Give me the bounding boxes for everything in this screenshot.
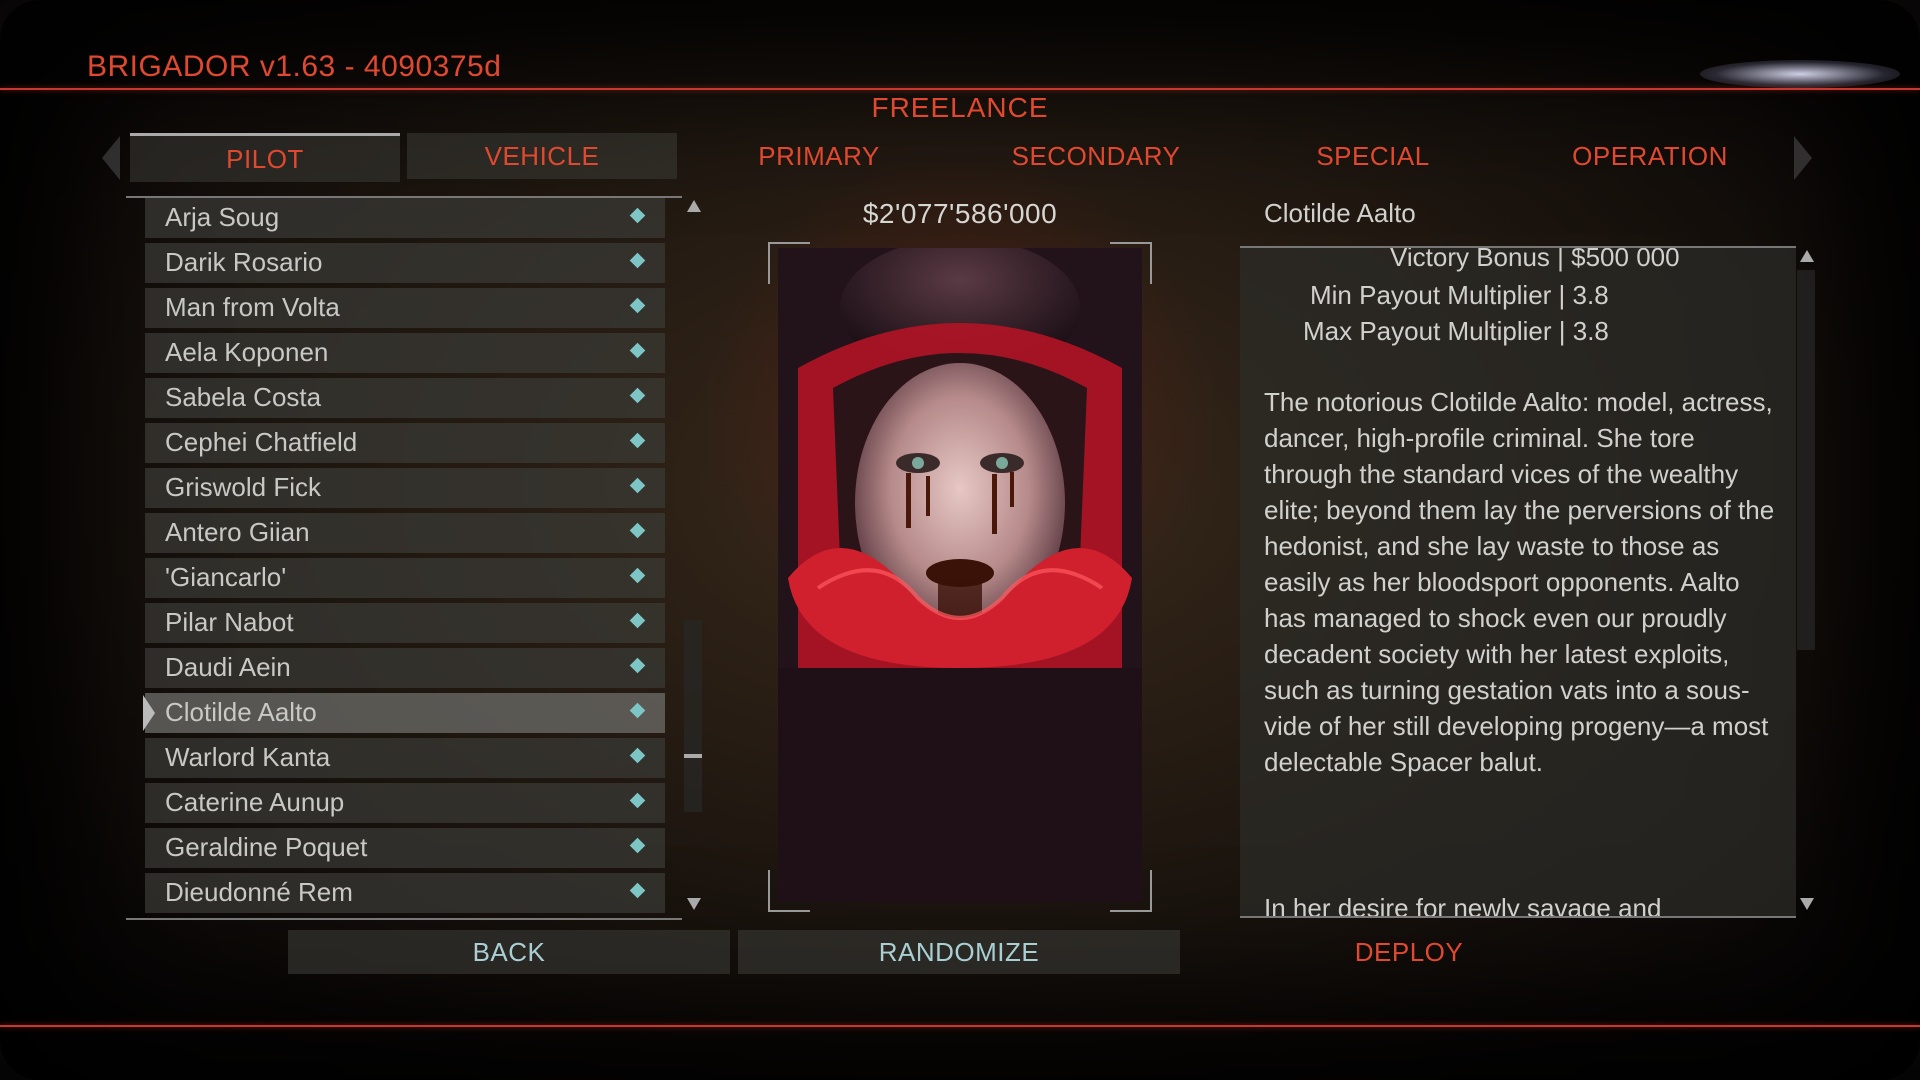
pilot-name: Geraldine Poquet	[165, 832, 368, 862]
list-scrollbar[interactable]	[684, 620, 702, 812]
mode-label: FREELANCE	[871, 92, 1049, 123]
pilot-name: Caterine Aunup	[165, 787, 345, 817]
unlocked-diamond-icon	[629, 792, 646, 809]
pilot-list-item[interactable]: Arja Soug	[145, 198, 665, 238]
tab-special[interactable]: SPECIAL	[1238, 133, 1508, 179]
pilot-list-item[interactable]: Griswold Fick	[145, 468, 665, 508]
list-scroll-thumb[interactable]	[684, 754, 702, 758]
tab-pilot[interactable]: PILOT	[130, 133, 400, 182]
pilot-list-item[interactable]: 'Giancarlo'	[145, 558, 665, 598]
pilot-name: Daudi Aein	[165, 652, 291, 682]
screen-glare	[1700, 60, 1900, 88]
tab-secondary[interactable]: SECONDARY	[961, 133, 1231, 179]
pilot-description: The notorious Clotilde Aalto: model, act…	[1264, 387, 1775, 777]
pilot-list-item[interactable]: Caterine Aunup	[145, 783, 665, 823]
pilot-name: 'Giancarlo'	[165, 562, 287, 592]
tab-prev-arrow-icon[interactable]	[102, 136, 120, 180]
stat-victory-bonus: Victory Bonus | $500 000	[1390, 246, 1680, 272]
selection-arrow-icon	[143, 695, 155, 731]
pilot-description-continued: In her desire for newly savage and	[1264, 893, 1662, 918]
app-title: BRIGADOR v1.63 - 4090375d	[87, 50, 502, 83]
unlocked-diamond-icon	[629, 207, 646, 224]
tab-primary[interactable]: PRIMARY	[684, 133, 954, 179]
pilot-name: Warlord Kanta	[165, 742, 331, 772]
pilot-list-item[interactable]: Cephei Chatfield	[145, 423, 665, 463]
pilot-name: Man from Volta	[165, 292, 340, 322]
pilot-info-panel[interactable]: Victory Bonus | $500 000 Min Payout Mult…	[1240, 246, 1796, 918]
unlocked-diamond-icon	[629, 477, 646, 494]
pilot-price: $2'077'586'000	[862, 198, 1058, 229]
pilot-name: Arja Soug	[165, 202, 280, 232]
pilot-list: Arja Soug Darik Rosario Man from Volta Aela…	[143, 198, 665, 918]
info-scrollbar[interactable]	[1797, 270, 1815, 650]
unlocked-diamond-icon	[629, 297, 646, 314]
unlocked-diamond-icon	[629, 747, 646, 764]
pilot-portrait-art	[778, 248, 1142, 902]
info-scroll-up-icon[interactable]	[1800, 250, 1814, 262]
top-divider	[0, 88, 1920, 90]
unlocked-diamond-icon	[629, 522, 646, 539]
pilot-portrait	[778, 248, 1142, 902]
portrait-frame	[768, 242, 1152, 912]
tab-operation[interactable]: OPERATION	[1515, 133, 1785, 179]
list-scroll-down-icon[interactable]	[687, 898, 701, 910]
tab-vehicle[interactable]: VEHICLE	[407, 133, 677, 179]
pilot-list-item[interactable]: Darik Rosario	[145, 243, 665, 283]
list-scroll-up-icon[interactable]	[687, 200, 701, 212]
pilot-list-item[interactable]: Warlord Kanta	[145, 738, 665, 778]
pilot-name: Cephei Chatfield	[165, 427, 358, 457]
pilot-list-item[interactable]: Antero Giian	[145, 513, 665, 553]
pilot-name: Pilar Nabot	[165, 607, 294, 637]
pilot-name: Clotilde Aalto	[165, 697, 317, 727]
randomize-button[interactable]: RANDOMIZE	[738, 930, 1180, 974]
pilot-name: Griswold Fick	[165, 472, 322, 502]
pilot-list-item[interactable]: Sabela Costa	[145, 378, 665, 418]
unlocked-diamond-icon	[629, 387, 646, 404]
unlocked-diamond-icon	[629, 702, 646, 719]
pilot-name: Aela Koponen	[165, 337, 329, 367]
unlocked-diamond-icon	[629, 432, 646, 449]
unlocked-diamond-icon	[629, 657, 646, 674]
pilot-list-item[interactable]: Aela Koponen	[145, 333, 665, 373]
bottom-divider	[0, 1025, 1920, 1027]
stat-max-payout: Max Payout Multiplier | 3.8	[1303, 316, 1609, 346]
pilot-list-item[interactable]: Man from Volta	[145, 288, 665, 328]
unlocked-diamond-icon	[629, 567, 646, 584]
pilot-list-item[interactable]: Geraldine Poquet	[145, 828, 665, 868]
pilot-list-item[interactable]: Daudi Aein	[145, 648, 665, 688]
unlocked-diamond-icon	[629, 342, 646, 359]
pilot-name: Darik Rosario	[165, 247, 323, 277]
unlocked-diamond-icon	[629, 837, 646, 854]
pilot-name: Antero Giian	[165, 517, 310, 547]
info-scroll-down-icon[interactable]	[1800, 898, 1814, 910]
unlocked-diamond-icon	[629, 612, 646, 629]
pilot-name: Sabela Costa	[165, 382, 322, 412]
pilot-list-item[interactable]: Pilar Nabot	[145, 603, 665, 643]
pilot-name: Dieudonné Rem	[165, 877, 353, 907]
tab-next-arrow-icon[interactable]	[1794, 136, 1812, 180]
deploy-button[interactable]: DEPLOY	[1188, 930, 1630, 974]
pilot-list-item[interactable]: Dieudonné Rem	[145, 873, 665, 913]
unlocked-diamond-icon	[629, 882, 646, 899]
stat-min-payout: Min Payout Multiplier | 3.8	[1310, 280, 1609, 310]
pilot-list-item[interactable]: Clotilde Aalto	[143, 693, 665, 733]
unlocked-diamond-icon	[629, 252, 646, 269]
back-button[interactable]: BACK	[288, 930, 730, 974]
selected-pilot-name: Clotilde Aalto	[1264, 198, 1416, 228]
